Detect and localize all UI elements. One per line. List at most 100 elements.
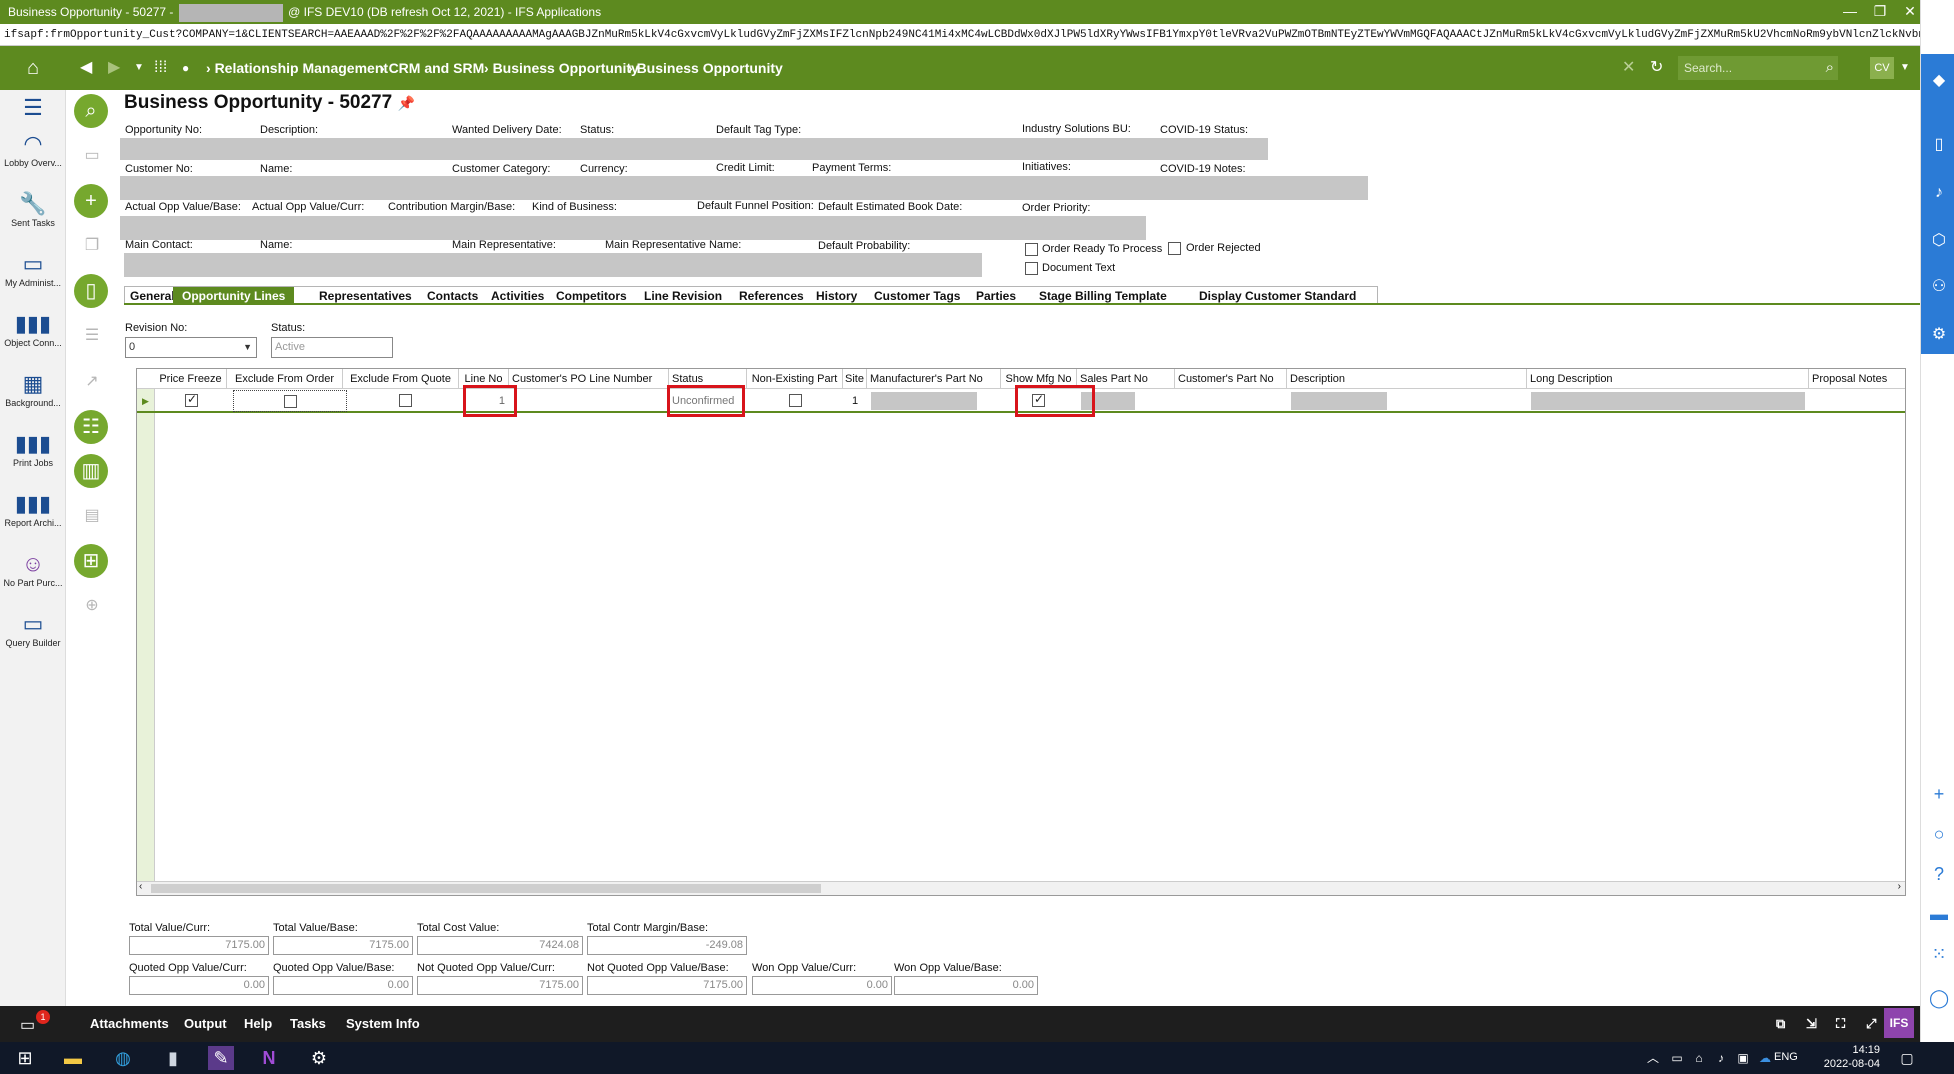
col-long-description[interactable]: Long Description xyxy=(1527,369,1809,389)
output-button[interactable]: Output xyxy=(184,1016,227,1031)
horizontal-scrollbar[interactable]: ‹ › xyxy=(137,881,1905,895)
manufacturers-part-no-cell[interactable] xyxy=(871,392,977,410)
refresh-icon[interactable]: ↻ xyxy=(1650,58,1663,78)
col-description[interactable]: Description xyxy=(1287,369,1527,389)
nav-print-jobs[interactable]: ▮▮▮ Print Jobs xyxy=(0,430,66,468)
notification-center-icon[interactable]: ▢ xyxy=(1894,1046,1920,1070)
system-info-button[interactable]: System Info xyxy=(346,1016,420,1031)
col-proposal-notes[interactable]: Proposal Notes xyxy=(1809,369,1905,389)
help-button[interactable]: Help xyxy=(244,1016,272,1031)
price-freeze-checkbox[interactable] xyxy=(185,392,198,407)
exclude-from-order-cell[interactable] xyxy=(233,390,347,412)
details-icon[interactable]: ☷ xyxy=(74,410,108,444)
file-explorer-icon[interactable]: ▬ xyxy=(60,1046,86,1070)
windows-icon[interactable]: ⧉ xyxy=(1776,1016,1785,1032)
edge-icon[interactable]: ◍ xyxy=(110,1046,136,1070)
plus-icon[interactable]: + xyxy=(1929,784,1949,804)
clock-date[interactable]: 2022-08-04 xyxy=(1806,1058,1880,1070)
settings-gear-icon[interactable]: ⚙ xyxy=(306,1046,332,1070)
col-exclude-from-order[interactable]: Exclude From Order xyxy=(227,369,343,389)
ifs-app-icon[interactable]: ✎ xyxy=(208,1046,234,1070)
mobile-icon[interactable]: ▯ xyxy=(74,274,108,308)
pin-icon[interactable]: 📌 xyxy=(397,95,414,111)
group-icon[interactable]: ⚇ xyxy=(1929,276,1949,296)
description-cell[interactable] xyxy=(1291,392,1387,410)
export-icon[interactable]: ⇲ xyxy=(1806,1016,1817,1032)
scroll-left-icon[interactable]: ‹ xyxy=(139,881,142,892)
cube-icon[interactable]: ⬡ xyxy=(1929,230,1949,250)
revision-no-select[interactable]: 0 ▼ xyxy=(125,337,257,358)
search-icon[interactable]: ○ xyxy=(1929,824,1949,844)
attachments-button[interactable]: Attachments xyxy=(90,1016,169,1031)
onenote-icon[interactable]: N xyxy=(256,1046,282,1070)
col-manufacturers-part-no[interactable]: Manufacturer's Part No xyxy=(867,369,1001,389)
windows-start-icon[interactable]: ⊞ xyxy=(12,1046,38,1070)
grid-icon[interactable]: ⁙ xyxy=(1929,944,1949,964)
nav-background-jobs[interactable]: ▦ Background... xyxy=(0,370,66,408)
document-icon[interactable]: ▤ xyxy=(82,506,102,526)
exclude-from-quote-checkbox[interactable] xyxy=(399,394,412,407)
breadcrumb-item-1[interactable]: › Relationship Management xyxy=(206,59,388,77)
avatar[interactable]: CV xyxy=(1870,57,1894,79)
site-cell[interactable]: 1 xyxy=(843,389,867,413)
nav-query-builder[interactable]: ▭ Query Builder xyxy=(0,610,66,648)
scroll-right-icon[interactable]: › xyxy=(1898,881,1901,892)
add-document-icon[interactable]: ⊞ xyxy=(74,544,108,578)
search-icon[interactable]: ⌕ xyxy=(74,94,108,128)
breadcrumb-item-3[interactable]: › Business Opportunity xyxy=(484,59,639,77)
breadcrumb-item-2[interactable]: › CRM and SRM xyxy=(380,59,484,77)
export-icon[interactable]: ↗ xyxy=(82,372,102,392)
header-row3-fields[interactable] xyxy=(120,216,1146,240)
nav-my-administration[interactable]: ▭ My Administ... xyxy=(0,250,66,288)
list-icon[interactable]: ☰ xyxy=(82,326,102,346)
nav-object-connections[interactable]: ▮▮▮ Object Conn... xyxy=(0,310,66,348)
new-record-icon[interactable]: + xyxy=(74,184,108,218)
zoom-icon[interactable]: ⊕ xyxy=(82,596,102,616)
form-icon[interactable]: ▭ xyxy=(82,146,102,166)
col-price-freeze[interactable]: Price Freeze xyxy=(155,369,227,389)
document-text-checkbox[interactable] xyxy=(1025,262,1038,275)
nav-lobby[interactable]: ◠ Lobby Overv... xyxy=(0,130,66,168)
header-row2-fields[interactable] xyxy=(120,176,1368,200)
header-row1-fields[interactable] xyxy=(120,138,1268,160)
forward-icon[interactable]: ▶ xyxy=(108,58,120,78)
order-ready-checkbox[interactable] xyxy=(1025,243,1038,256)
app-icon[interactable]: ▮ xyxy=(160,1046,186,1070)
scrollbar-thumb[interactable] xyxy=(151,884,821,893)
fit-icon[interactable]: ⛶ xyxy=(1836,1016,1845,1032)
long-description-cell[interactable] xyxy=(1531,392,1805,410)
col-customer-po-line-number[interactable]: Customer's PO Line Number xyxy=(509,369,669,389)
exclude-from-order-checkbox[interactable] xyxy=(284,395,297,408)
col-site[interactable]: Site xyxy=(843,369,867,389)
close-icon[interactable]: ✕ xyxy=(1622,58,1635,78)
analysis-icon[interactable]: ▥ xyxy=(74,454,108,488)
language-indicator[interactable]: ENG xyxy=(1774,1051,1798,1063)
search-input[interactable]: Search... ⌕ xyxy=(1678,56,1838,80)
address-bar[interactable]: ifsapf:frmOpportunity_Cust?COMPANY=1&CLI… xyxy=(0,24,1920,46)
help-icon[interactable]: ? xyxy=(1929,864,1949,884)
col-customers-part-no[interactable]: Customer's Part No xyxy=(1175,369,1287,389)
history-dropdown-icon[interactable]: ▼ xyxy=(134,58,144,78)
search-icon[interactable]: ⌕ xyxy=(1826,56,1834,80)
header-row4-fields[interactable] xyxy=(124,253,982,277)
user-menu-icon[interactable]: ▼ xyxy=(1900,58,1910,78)
music-icon[interactable]: ♪ xyxy=(1929,184,1949,204)
order-rejected-checkbox[interactable] xyxy=(1168,242,1181,255)
back-icon[interactable]: ◀ xyxy=(80,58,92,78)
settings-icon[interactable]: ⚙ xyxy=(1929,324,1949,344)
nav-report-archive[interactable]: ▮▮▮ Report Archi... xyxy=(0,490,66,528)
clipboard-icon[interactable]: ▯ xyxy=(1929,134,1949,154)
circle-icon[interactable]: ◯ xyxy=(1929,988,1949,1008)
chat-icon[interactable]: ▬ xyxy=(1929,904,1949,924)
clock-time[interactable]: 14:19 xyxy=(1820,1044,1880,1056)
duplicate-icon[interactable]: ❐ xyxy=(82,236,102,256)
col-exclude-from-quote[interactable]: Exclude From Quote xyxy=(343,369,459,389)
apps-grid-icon[interactable]: ⁞⁞⁞ xyxy=(154,58,167,78)
fullscreen-icon[interactable]: ⤢ xyxy=(1866,1016,1876,1032)
col-non-existing-part[interactable]: Non-Existing Part xyxy=(747,369,843,389)
nav-sent-tasks[interactable]: 🔧 Sent Tasks xyxy=(0,190,66,228)
nav-no-part-purchase[interactable]: ☺ No Part Purc... xyxy=(0,550,66,588)
breadcrumb-item-4[interactable]: › Business Opportunity xyxy=(628,59,783,77)
tasks-button[interactable]: Tasks xyxy=(290,1016,326,1031)
home-icon[interactable]: ⌂ xyxy=(18,56,48,80)
